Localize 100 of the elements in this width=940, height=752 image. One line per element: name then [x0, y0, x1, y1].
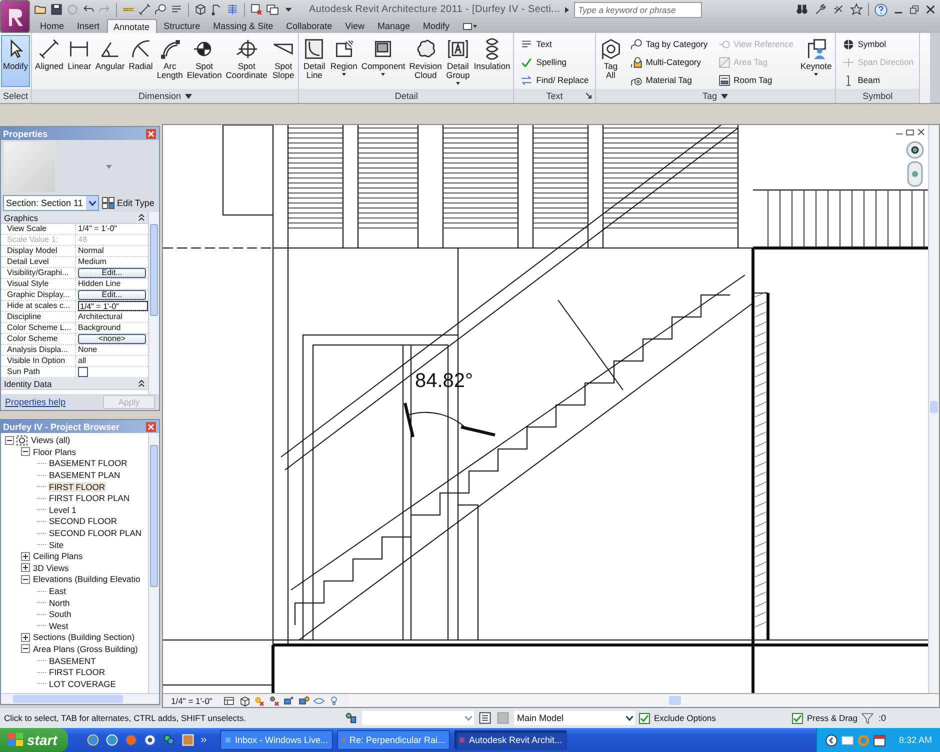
collapse-chevron-icon[interactable] — [138, 380, 145, 388]
view-scale[interactable]: 1/4" = 1'-0" — [171, 696, 212, 706]
taskbar-button[interactable]: Re: Perpendicular Rai... — [337, 730, 450, 750]
close-hidden-icon[interactable] — [250, 3, 263, 16]
collapse-toggle-icon[interactable] — [21, 574, 30, 584]
aligned-dimension-icon[interactable] — [138, 3, 151, 16]
sun-path-icon[interactable] — [253, 694, 266, 707]
dialog-launcher-icon[interactable] — [586, 93, 592, 99]
horizontal-scrollbar[interactable] — [349, 695, 939, 706]
shadows-icon[interactable] — [268, 694, 280, 707]
ribbon-tool-button[interactable]: Linear — [65, 35, 94, 87]
checkbox[interactable] — [792, 712, 803, 724]
expand-toggle-icon[interactable] — [21, 632, 30, 642]
tree-item[interactable]: West — [48, 620, 70, 631]
view-window-controls-icon[interactable] — [895, 128, 925, 136]
checkbox-label[interactable]: Press & Drag — [806, 713, 858, 724]
close-icon[interactable] — [146, 422, 156, 432]
collapse-toggle-icon[interactable] — [21, 447, 30, 456]
close-icon[interactable] — [146, 128, 156, 139]
edit-type-button[interactable]: Edit Type — [102, 197, 154, 210]
tree-item[interactable]: Area Plans (Gross Building) — [32, 644, 139, 654]
wrench-icon[interactable] — [814, 3, 827, 16]
expand-toggle-icon[interactable] — [21, 563, 30, 572]
mail-icon[interactable] — [105, 733, 119, 747]
ribbon-tool-button[interactable]: Aligned — [33, 35, 66, 87]
panel-title[interactable]: Text — [546, 91, 563, 101]
tree-item[interactable]: SECOND FLOOR PLAN — [48, 528, 143, 538]
ribbon-tab[interactable]: Annotate — [106, 19, 157, 33]
ribbon-tool-button[interactable]: Room Tag — [716, 72, 796, 88]
horizontal-scrollbar[interactable] — [1, 693, 159, 704]
filter-icon[interactable] — [861, 712, 874, 725]
vertical-scrollbar[interactable] — [928, 125, 939, 694]
ribbon-tool-button[interactable]: Tag by Category — [628, 36, 710, 52]
panel-title[interactable]: Tag — [702, 91, 717, 101]
ribbon-tab[interactable]: Modify — [417, 19, 456, 33]
visual-style-icon[interactable] — [238, 694, 250, 707]
ribbon-tool-button[interactable]: Radial — [126, 35, 155, 87]
binoculars-icon[interactable] — [795, 3, 809, 16]
taskbar-button[interactable]: Autodesk Revit Archit... — [454, 730, 567, 750]
vertical-scrollbar[interactable] — [148, 212, 159, 394]
thin-lines-icon[interactable] — [226, 3, 239, 16]
caret-icon[interactable] — [720, 94, 728, 98]
tree-item[interactable]: FIRST FLOOR PLAN — [48, 493, 131, 504]
ribbon-tool-button[interactable]: Symbol — [840, 36, 916, 52]
chevron-icon[interactable] — [200, 736, 208, 744]
checkbox-label[interactable]: Exclude Options — [654, 713, 716, 724]
ribbon-tool-button[interactable]: Detail Group — [444, 35, 472, 87]
tree-item[interactable]: BASEMENT PLAN — [48, 470, 122, 480]
design-option-dropdown[interactable]: Main Model — [514, 711, 635, 726]
crop-region-icon[interactable] — [283, 694, 296, 707]
tree-item[interactable]: 3D Views — [32, 562, 70, 573]
checkbox[interactable] — [78, 367, 88, 378]
tree-item[interactable]: LOT COVERAGE — [48, 678, 117, 689]
application-menu-button[interactable] — [0, 0, 30, 33]
panel-title[interactable]: Detail — [394, 91, 418, 101]
ribbon-tool-button[interactable]: Revision Cloud — [407, 35, 444, 87]
ribbon-tool-button[interactable]: Detail Line — [300, 35, 328, 87]
detail-level-icon[interactable] — [223, 694, 236, 707]
tree-item[interactable]: East — [48, 586, 68, 596]
switch-windows-icon[interactable] — [266, 3, 279, 16]
ribbon-tool-button[interactable]: Material Tag — [628, 72, 710, 88]
folder-icon[interactable] — [34, 3, 47, 16]
tree-item[interactable]: FIRST FLOOR — [48, 482, 106, 492]
tree-item[interactable]: North — [48, 598, 71, 608]
crop-toggle-icon[interactable] — [298, 694, 310, 707]
ribbon-tool-button[interactable]: Find/ Replace — [518, 72, 591, 88]
tree-item[interactable]: Site — [48, 540, 65, 550]
ribbon-tool-button[interactable]: Spot Slope — [269, 35, 298, 87]
checkbox[interactable] — [639, 712, 650, 724]
ribbon-tab[interactable]: Insert — [71, 19, 106, 33]
property-button[interactable]: <none> — [78, 334, 146, 344]
tree-item[interactable]: Elevations (Building Elevatio — [32, 574, 142, 584]
taskbar-button[interactable]: Inbox - Windows Live... — [220, 730, 333, 750]
star-icon[interactable] — [850, 3, 863, 16]
media-icon[interactable] — [143, 733, 157, 747]
ribbon-tool-button[interactable]: Modify — [1, 35, 30, 87]
ribbon-tab[interactable]: View — [339, 19, 370, 33]
ribbon-tab[interactable]: Structure — [158, 19, 206, 33]
expand-arrow-icon[interactable] — [564, 6, 570, 14]
ribbon-tool-button[interactable]: Spot Coordinate — [224, 35, 270, 87]
search-field[interactable]: Type a keyword or phrase — [574, 2, 702, 18]
tree-item[interactable]: South — [48, 609, 72, 620]
ribbon-tool-button[interactable]: Region — [328, 35, 360, 87]
property-button[interactable]: Edit... — [78, 268, 146, 278]
tree-item[interactable]: BASEMENT — [48, 656, 97, 666]
ribbon-tool-button[interactable]: Text — [518, 36, 591, 52]
group-header[interactable]: Graphics — [4, 212, 38, 223]
ribbon-tool-button[interactable]: Keynote — [798, 35, 834, 87]
ribbon-tab[interactable]: Manage — [372, 19, 416, 33]
save-icon[interactable] — [50, 3, 63, 16]
worksets-icon[interactable] — [344, 711, 358, 726]
vertical-scrollbar[interactable] — [148, 433, 159, 694]
ribbon-tool-button[interactable]: Angular — [93, 35, 127, 87]
tree-item[interactable]: BASEMENT FLOOR — [48, 458, 128, 468]
ribbon-tool-button[interactable]: Spot Elevation — [184, 35, 224, 87]
ribbon-tab[interactable]: Home — [34, 19, 70, 33]
tree-item[interactable]: SECOND FLOOR — [48, 516, 118, 526]
tree-item[interactable]: Floor Plans — [32, 446, 77, 457]
photo-app-icon[interactable] — [181, 733, 195, 747]
collapse-toggle-icon[interactable] — [21, 644, 30, 654]
